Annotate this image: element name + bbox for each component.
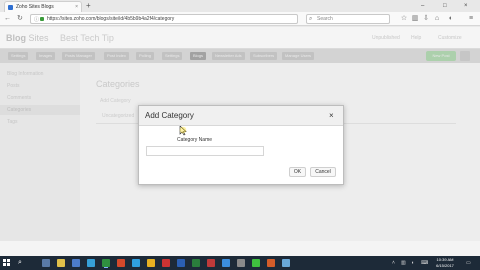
screen: Zoho Sites Blogs × + – □ × ← ↻ ⓘ https:/… [0, 0, 480, 270]
taskbar-app-icon[interactable] [102, 259, 110, 267]
url-text: https://sites.zoho.com/blogs/site/id/4b5… [47, 16, 175, 22]
reload-icon[interactable]: ↻ [17, 14, 23, 24]
taskbar-app-icon[interactable] [117, 259, 125, 267]
notifications-icon[interactable]: ▭ [466, 260, 471, 266]
browser-tab-bar: Zoho Sites Blogs × + – □ × [0, 0, 480, 12]
volume-icon[interactable]: ◖ [411, 260, 414, 266]
dialog-title: Add Category [145, 111, 194, 120]
minimize-button[interactable]: – [421, 0, 424, 12]
taskbar-app-icon[interactable] [162, 259, 170, 267]
close-icon[interactable]: × [329, 111, 334, 120]
mouse-cursor-icon [179, 126, 187, 136]
info-icon: ⓘ [34, 17, 40, 23]
taskbar-app-icon[interactable] [207, 259, 215, 267]
taskbar-app-icon[interactable] [72, 259, 80, 267]
ok-button[interactable]: OK [289, 167, 306, 177]
menu-icon[interactable]: ≡ [467, 14, 475, 23]
library-icon[interactable]: ▥ [411, 14, 419, 23]
taskbar-app-icon[interactable] [282, 259, 290, 267]
taskbar-app-icon[interactable] [237, 259, 245, 267]
taskbar-app-icon[interactable] [252, 259, 260, 267]
keyboard-icon[interactable]: ⌨ [421, 260, 428, 266]
tab-title: Zoho Sites Blogs [16, 4, 54, 10]
taskbar-app-icon[interactable] [222, 259, 230, 267]
taskbar-app-icon[interactable] [177, 259, 185, 267]
tray-chevron-icon[interactable]: ˄ [392, 260, 395, 266]
lock-icon [40, 17, 44, 21]
network-icon[interactable]: ▥ [401, 260, 406, 266]
download-icon[interactable]: ⇩ [422, 14, 430, 23]
taskbar-app-icon[interactable] [267, 259, 275, 267]
windows-start-icon[interactable] [3, 259, 11, 267]
close-window-button[interactable]: × [464, 0, 468, 12]
dialog-header: Add Category × [139, 106, 343, 126]
taskbar-search-icon[interactable]: ⌕ [18, 259, 22, 267]
browser-tab[interactable]: Zoho Sites Blogs × [4, 1, 82, 12]
browser-nav-bar: ← ↻ ⓘ https://sites.zoho.com/blogs/site/… [0, 12, 480, 26]
taskbar-app-icon[interactable] [42, 259, 50, 267]
extension-icon[interactable]: ◐ [447, 14, 455, 23]
cancel-button[interactable]: Cancel [310, 167, 336, 177]
back-arrow-icon[interactable]: ← [4, 14, 11, 24]
taskbar-app-icon[interactable] [87, 259, 95, 267]
taskbar-app-icon[interactable] [192, 259, 200, 267]
star-icon[interactable]: ☆ [400, 14, 408, 23]
clock-date: 6/15/2017 [436, 263, 454, 268]
search-placeholder: Search [317, 16, 333, 22]
browser-search-box[interactable]: ⌕ Search [306, 14, 390, 24]
tab-close-icon[interactable]: × [75, 2, 78, 12]
address-bar[interactable]: ⓘ https://sites.zoho.com/blogs/site/id/4… [30, 14, 298, 24]
taskbar-app-icon[interactable] [147, 259, 155, 267]
taskbar-app-icon[interactable] [57, 259, 65, 267]
taskbar: ⌕ ˄ ▥ ◖ ⌨ 10:39 AM 6/15/2017 ▭ [0, 256, 480, 270]
search-icon: ⌕ [309, 16, 313, 22]
home-icon[interactable]: ⌂ [433, 14, 441, 23]
category-name-label: Category Name [177, 137, 213, 143]
taskbar-clock[interactable]: 10:39 AM 6/15/2017 [430, 257, 460, 269]
zoho-favicon-icon [8, 5, 13, 10]
category-name-input[interactable] [146, 146, 264, 156]
maximize-button[interactable]: □ [443, 0, 447, 12]
new-tab-button[interactable]: + [86, 0, 91, 12]
add-category-dialog: Add Category × Category Name OK Cancel [138, 105, 344, 185]
taskbar-app-icon[interactable] [132, 259, 140, 267]
